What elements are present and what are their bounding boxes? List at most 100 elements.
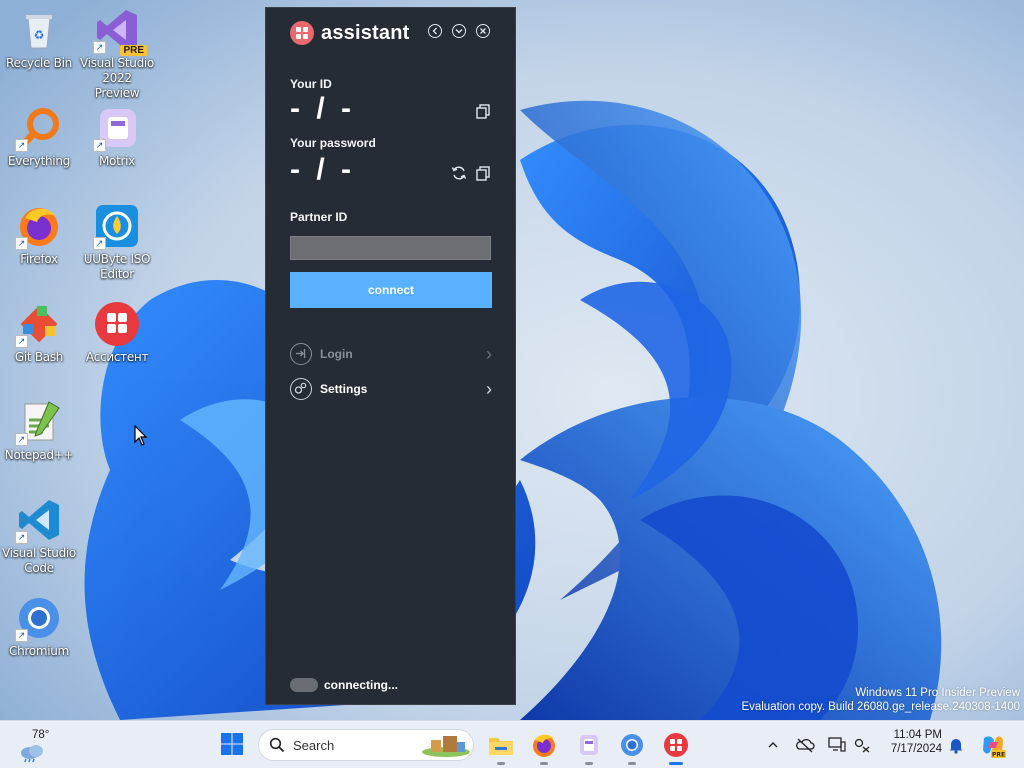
shortcut-arrow-icon: ↗ <box>15 629 28 642</box>
motrix-icon <box>580 735 598 755</box>
partner-id-label: Partner ID <box>290 210 348 224</box>
status-text: connecting... <box>324 678 399 692</box>
chevron-right-icon: › <box>486 378 492 399</box>
motrix-icon: ↗ <box>93 104 141 152</box>
search-icon <box>269 737 285 753</box>
vscode-icon: ↗ <box>15 496 63 544</box>
desktop-icon-label: Motrix <box>99 154 135 168</box>
taskbar-firefox[interactable] <box>530 731 558 765</box>
chromium-icon <box>621 734 643 756</box>
desktop-icon-label: Ассистент <box>85 350 149 364</box>
desktop-icon-git-bash[interactable]: ↗ Git Bash <box>1 300 77 365</box>
your-id-value: - / - <box>290 92 355 125</box>
close-icon <box>480 28 486 34</box>
your-password-label: Your password <box>290 136 376 150</box>
taskbar-chromium[interactable] <box>618 731 646 765</box>
assistant-title: assistant <box>321 21 410 44</box>
close-button[interactable] <box>476 24 490 38</box>
desktop-icon-recycle-bin[interactable]: ♻ Recycle Bin <box>1 6 77 71</box>
clock-time: 11:04 PM <box>893 729 942 741</box>
desktop-icon-label: Everything <box>8 154 70 168</box>
display-icon[interactable] <box>828 737 846 753</box>
weather-cloud-icon <box>21 745 43 763</box>
assistant-panel: assistant Your ID - / - Your password - … <box>265 7 516 705</box>
notification-bell-icon[interactable] <box>948 736 964 754</box>
notepad-plus-plus-icon: ↗ <box>15 398 63 446</box>
desktop-icon-firefox[interactable]: ↗ Firefox <box>1 202 77 267</box>
desktop-icon-everything[interactable]: ↗ Everything <box>1 104 77 169</box>
copilot-pre-icon[interactable]: PRE <box>980 732 1006 758</box>
uubyte-iso-editor-icon: ↗ <box>93 202 141 250</box>
desktop-icon-motrix[interactable]: ↗ Motrix <box>79 104 155 169</box>
taskbar: 78° Search 11:04 PM 7/17/2024 PRE <box>0 720 1024 768</box>
onedrive-offline-icon[interactable] <box>795 737 815 753</box>
refresh-icon[interactable] <box>451 165 467 181</box>
desktop-icon-notepad-plus-plus[interactable]: ↗ Notepad++ <box>1 398 77 463</box>
clock[interactable]: 11:04 PM 7/17/2024 <box>876 729 942 755</box>
folder-icon <box>489 738 513 755</box>
desktop-icon-chromium[interactable]: ↗ Chromium <box>1 594 77 659</box>
mouse-cursor-icon <box>134 425 148 446</box>
status-indicator <box>290 678 318 692</box>
shortcut-arrow-icon: ↗ <box>93 237 106 250</box>
watermark-line-2: Evaluation copy. Build 26080.ge_release.… <box>741 701 1020 713</box>
desktop-icon-label: Firefox <box>20 252 58 266</box>
taskbar-search[interactable]: Search <box>258 729 474 761</box>
assistant-app-icon <box>93 300 141 348</box>
minimize-button[interactable] <box>452 24 466 38</box>
copy-id-icon[interactable] <box>475 103 491 119</box>
desktop-icon-visual-studio-preview[interactable]: PRE ↗ Visual Studio 2022 Preview <box>79 6 155 101</box>
shortcut-arrow-icon: ↗ <box>93 139 106 152</box>
pre-badge: PRE <box>120 45 147 56</box>
running-indicator <box>669 762 683 765</box>
settings-gear-icon <box>290 378 312 400</box>
partner-id-input[interactable] <box>290 236 491 260</box>
firefox-icon <box>533 734 555 757</box>
desktop-icon-uubyte-iso-editor[interactable]: ↗ UUByte ISO Editor <box>79 202 155 282</box>
shortcut-arrow-icon: ↗ <box>15 139 28 152</box>
chevron-right-icon: › <box>486 343 492 364</box>
chevron-left-icon <box>432 27 437 35</box>
git-bash-icon: ↗ <box>15 300 63 348</box>
svg-text:♻: ♻ <box>34 28 45 42</box>
desktop-icon-label: Recycle Bin <box>6 56 72 70</box>
copy-password-icon[interactable] <box>475 165 491 181</box>
chevron-down-icon <box>455 29 463 34</box>
search-highlight-icon <box>422 736 470 757</box>
shortcut-arrow-icon: ↗ <box>93 41 106 54</box>
shortcut-arrow-icon: ↗ <box>15 335 28 348</box>
shortcut-arrow-icon: ↗ <box>15 531 28 544</box>
windows-logo-icon <box>221 733 243 755</box>
running-indicator <box>540 762 548 765</box>
chromium-icon: ↗ <box>15 594 63 642</box>
assistant-app-icon <box>664 733 688 757</box>
assistant-brand: assistant <box>290 21 410 45</box>
running-indicator <box>628 762 636 765</box>
assistant-logo-icon <box>290 21 314 45</box>
desktop-icon-assistant[interactable]: Ассистент <box>79 300 155 365</box>
clock-date: 7/17/2024 <box>890 743 942 755</box>
desktop-icon-label: Visual Studio Code <box>2 546 76 575</box>
chevron-up-icon[interactable] <box>767 739 779 751</box>
your-id-label: Your ID <box>290 77 332 91</box>
search-label: Search <box>293 737 335 753</box>
connect-button[interactable]: connect <box>290 272 492 308</box>
running-indicator <box>585 762 593 765</box>
shortcut-arrow-icon: ↗ <box>15 237 28 250</box>
taskbar-file-explorer[interactable] <box>487 731 515 765</box>
menu-item-settings[interactable]: Settings › <box>290 376 492 402</box>
weather-widget[interactable]: 78° <box>16 727 56 763</box>
desktop-icon-label: UUByte ISO Editor <box>83 252 151 281</box>
back-button[interactable] <box>428 24 442 38</box>
login-label: Login <box>320 347 353 361</box>
taskbar-assistant[interactable] <box>662 731 690 765</box>
running-indicator <box>497 762 505 765</box>
visual-studio-icon: PRE ↗ <box>93 6 147 56</box>
everything-search-icon: ↗ <box>15 104 63 152</box>
taskbar-motrix[interactable] <box>575 731 603 765</box>
desktop-icon-vscode[interactable]: ↗ Visual Studio Code <box>1 496 77 576</box>
start-button[interactable] <box>220 732 244 756</box>
menu-item-login[interactable]: Login › <box>290 341 492 367</box>
network-settings-icon[interactable] <box>853 737 871 753</box>
desktop-icon-label: Git Bash <box>14 350 64 364</box>
